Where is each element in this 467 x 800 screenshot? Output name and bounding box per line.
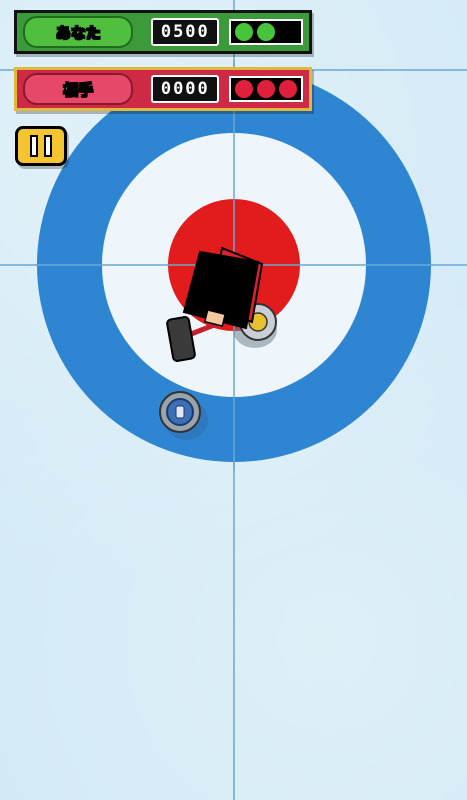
opponent-name-label: 相手 (23, 73, 134, 105)
pause-icon (30, 135, 38, 157)
player-score-panel: あなた 0500 (14, 10, 312, 54)
stone-indicator (256, 22, 277, 42)
opponent-stones-remaining (229, 76, 303, 102)
stone-indicator (256, 79, 277, 99)
stone-indicator (278, 22, 299, 42)
player-name-label: あなた (23, 16, 134, 48)
opponent-score-panel: 相手 0000 (14, 67, 312, 111)
stone-indicator (234, 79, 255, 99)
stone-indicator (234, 22, 255, 42)
player-stones-remaining (229, 19, 303, 45)
pause-icon (44, 135, 52, 157)
pause-button[interactable] (15, 126, 67, 166)
opponent-score: 0000 (151, 75, 220, 103)
stone-indicator (278, 79, 299, 99)
player-score: 0500 (151, 18, 220, 46)
curling-house (0, 0, 467, 800)
